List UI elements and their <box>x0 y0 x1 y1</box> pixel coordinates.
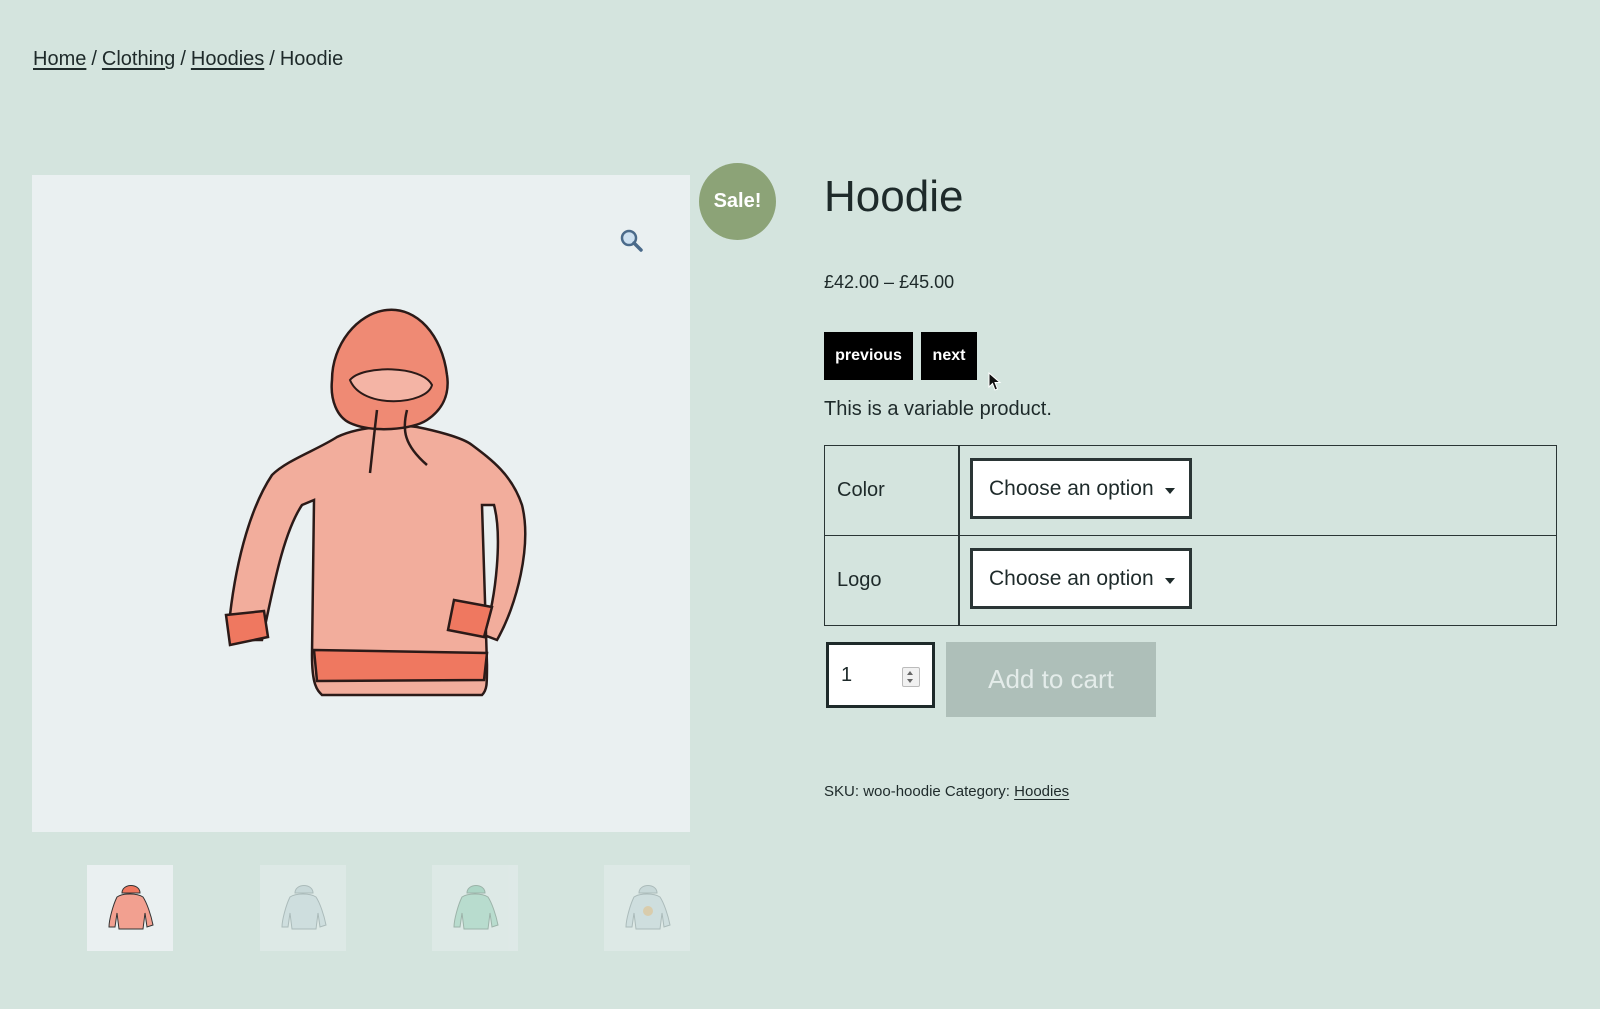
hoodie-logo-thumbnail-image <box>625 885 671 930</box>
breadcrumb-home-link[interactable]: Home <box>33 48 86 70</box>
logo-select[interactable]: Choose an option <box>970 548 1192 609</box>
category-hoodies-link[interactable]: Hoodies <box>1014 783 1069 800</box>
sale-badge: Sale! <box>699 163 776 240</box>
category-label: Category: <box>944 783 1010 800</box>
zoom-magnifier-icon[interactable] <box>618 227 644 253</box>
sku-label: SKU: <box>824 783 860 800</box>
variations-table: Color Choose an option Logo Choose an op… <box>824 445 1557 626</box>
product-title: Hoodie <box>824 172 964 221</box>
breadcrumb-hoodies-link[interactable]: Hoodies <box>191 48 264 70</box>
quantity-input[interactable]: 1 <box>826 642 935 708</box>
logo-select-value: Choose an option <box>989 566 1154 590</box>
product-meta: SKU: woo-hoodie Category: Hoodies <box>824 783 1069 800</box>
variation-label-color: Color <box>837 479 885 501</box>
color-select[interactable]: Choose an option <box>970 458 1192 519</box>
color-select-value: Choose an option <box>989 476 1154 500</box>
previous-product-button[interactable]: previous <box>824 332 913 380</box>
breadcrumb-separator: / <box>269 48 275 70</box>
quantity-stepper[interactable] <box>902 667 920 687</box>
variation-divider <box>958 536 960 625</box>
quantity-value: 1 <box>841 663 853 686</box>
variation-label-logo: Logo <box>837 569 882 591</box>
breadcrumb: Home / Clothing / Hoodies / Hoodie <box>33 48 343 71</box>
breadcrumb-clothing-link[interactable]: Clothing <box>102 48 175 70</box>
sku-value: woo-hoodie <box>863 783 941 800</box>
thumbnail-hoodie-red[interactable] <box>87 865 173 951</box>
hoodie-blue-thumbnail-image <box>281 885 327 930</box>
thumbnail-hoodie-green[interactable] <box>432 865 518 951</box>
thumbnail-hoodie-logo[interactable] <box>604 865 690 951</box>
product-price: £42.00 – £45.00 <box>824 272 955 292</box>
hoodie-red-thumbnail-image <box>108 885 154 930</box>
breadcrumb-separator: / <box>91 48 97 70</box>
product-main-image[interactable] <box>32 175 690 832</box>
thumbnail-hoodie-blue[interactable] <box>260 865 346 951</box>
hoodie-green-thumbnail-image <box>453 885 499 930</box>
product-short-description: This is a variable product. <box>824 398 1052 420</box>
chevron-down-icon <box>1165 578 1175 584</box>
variation-row-logo: Logo Choose an option <box>825 535 1556 625</box>
product-gallery <box>32 175 690 832</box>
mouse-pointer-icon <box>988 372 1002 391</box>
chevron-down-icon <box>1165 488 1175 494</box>
add-to-cart-button[interactable]: Add to cart <box>946 642 1156 717</box>
breadcrumb-separator: / <box>180 48 186 70</box>
variation-divider <box>958 446 960 535</box>
next-product-button[interactable]: next <box>921 332 977 380</box>
breadcrumb-current: Hoodie <box>279 48 344 70</box>
variation-row-color: Color Choose an option <box>825 446 1556 535</box>
